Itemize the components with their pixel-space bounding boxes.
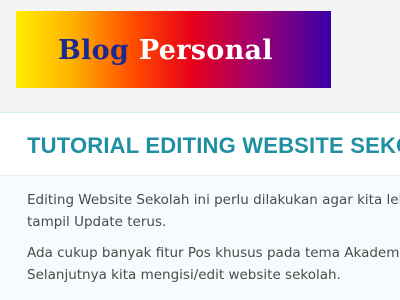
article-body: Editing Website Sekolah ini perlu dilaku…	[27, 189, 400, 295]
paragraph-line: tampil Update terus.	[27, 214, 167, 230]
paragraph-line: Selanjutnya kita mengisi/edit website se…	[27, 267, 341, 283]
site-logo-text: Blog Personal	[58, 35, 273, 66]
paragraph-line: Editing Website Sekolah ini perlu dilaku…	[27, 192, 400, 208]
site-header: Blog Personal	[0, 0, 400, 112]
logo-word-personal: Personal	[138, 35, 273, 66]
article-title[interactable]: TUTORIAL EDITING WEBSITE SEKOLA	[27, 133, 400, 159]
article-card: TUTORIAL EDITING WEBSITE SEKOLA Editing …	[0, 112, 400, 300]
site-logo-banner[interactable]: Blog Personal	[16, 11, 331, 88]
article-title-bar: TUTORIAL EDITING WEBSITE SEKOLA	[0, 113, 400, 176]
article-paragraph: Editing Website Sekolah ini perlu dilaku…	[27, 189, 400, 233]
paragraph-line: Ada cukup banyak fitur Pos khusus pada t…	[27, 245, 400, 261]
page: Blog Personal TUTORIAL EDITING WEBSITE S…	[0, 0, 400, 300]
logo-word-blog: Blog	[58, 35, 130, 66]
article-paragraph: Ada cukup banyak fitur Pos khusus pada t…	[27, 242, 400, 286]
